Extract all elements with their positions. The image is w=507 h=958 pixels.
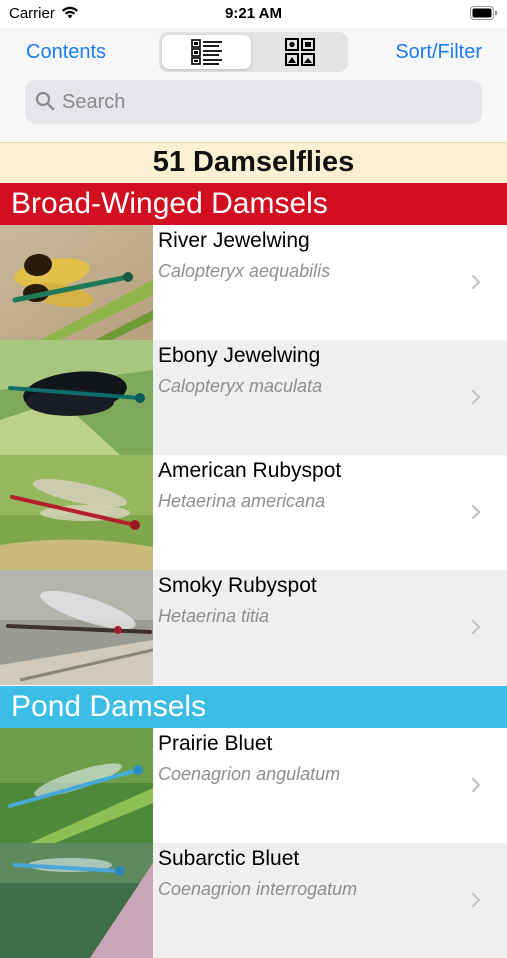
list-item[interactable]: Subarctic Bluet Coenagrion interrogatum [0,843,507,958]
chevron-right-icon [471,777,481,793]
species-photo [0,570,153,685]
list-item[interactable]: Smoky Rubyspot Hetaerina titia [0,570,507,685]
species-name: American Rubyspot [158,459,342,482]
species-latin-name: Calopteryx aequabilis [158,261,331,281]
species-count-banner: 51 Damselflies [0,142,507,183]
list-item[interactable]: River Jewelwing Calopteryx aequabilis [0,225,507,340]
grid-view-segment[interactable] [255,35,344,69]
species-name: Ebony Jewelwing [158,344,321,367]
species-photo [0,843,153,958]
list-item[interactable]: Ebony Jewelwing Calopteryx maculata [0,340,507,455]
section-header-pond-damsels: Pond Damsels [0,686,507,728]
species-latin-name: Coenagrion angulatum [158,764,341,784]
list-view-icon [190,39,222,65]
species-latin-name: Calopteryx maculata [158,376,323,396]
section-header-broad-winged: Broad-Winged Damsels [0,183,507,225]
list-view-segment[interactable] [162,35,251,69]
search-field[interactable]: Search [25,80,482,124]
species-name: Prairie Bluet [158,732,273,755]
status-bar: Carrier 9:21 AM [0,0,507,28]
species-photo [0,225,153,340]
species-name: Smoky Rubyspot [158,574,317,597]
species-photo [0,728,153,843]
search-icon [35,91,55,111]
list-item[interactable]: American Rubyspot Hetaerina americana [0,455,507,570]
sort-filter-button[interactable]: Sort/Filter [395,41,482,64]
species-latin-name: Hetaerina titia [158,606,270,626]
chevron-right-icon [471,389,481,405]
chevron-right-icon [471,892,481,908]
clock: 9:21 AM [225,5,282,22]
species-name: Subarctic Bluet [158,847,300,870]
species-photo [0,455,153,570]
list-item[interactable]: Prairie Bluet Coenagrion angulatum [0,728,507,843]
chevron-right-icon [471,619,481,635]
navigation-bar: Contents Sort/Filter Search [0,28,507,146]
chevron-right-icon [471,274,481,290]
species-latin-name: Coenagrion interrogatum [158,879,358,899]
species-photo [0,340,153,455]
battery-icon [470,6,497,20]
species-latin-name: Hetaerina americana [158,491,326,511]
chevron-right-icon [471,504,481,520]
species-name: River Jewelwing [158,229,310,252]
view-mode-segmented-control [159,32,348,72]
contents-button[interactable]: Contents [26,41,106,64]
search-placeholder: Search [62,91,126,113]
species-count-title: 51 Damselflies [152,146,355,178]
grid-view-icon [284,38,315,66]
